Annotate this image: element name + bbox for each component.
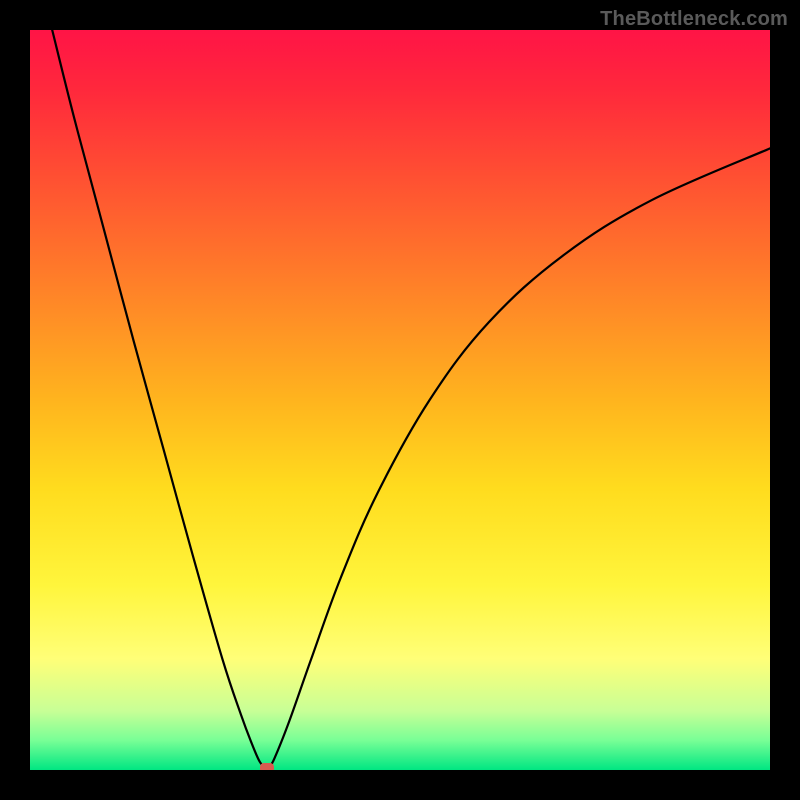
plot-area: [30, 30, 770, 770]
curve-right-branch: [268, 148, 770, 768]
min-marker: [260, 763, 274, 770]
chart-container: TheBottleneck.com: [0, 0, 800, 800]
watermark-text: TheBottleneck.com: [600, 8, 788, 31]
curve-left-branch: [52, 30, 265, 769]
curve-svg: [30, 30, 770, 770]
